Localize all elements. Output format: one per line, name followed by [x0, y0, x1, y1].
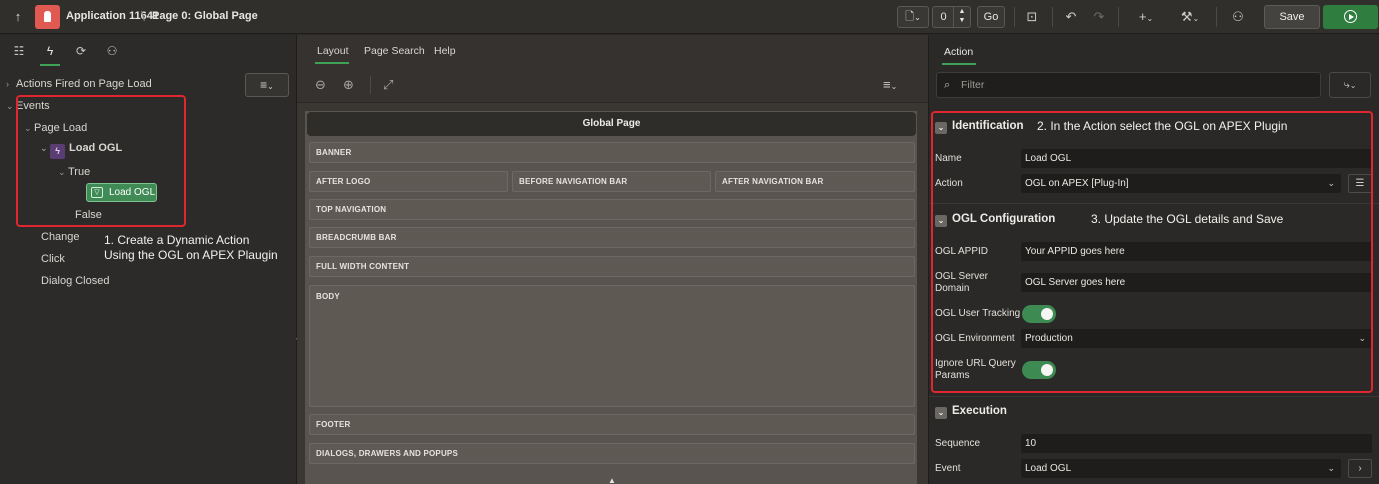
processing-tab-icon[interactable]: ⟳: [71, 42, 91, 60]
region-footer[interactable]: FOOTER: [309, 414, 915, 435]
tree-menu-button[interactable]: ≡⌄: [245, 73, 289, 97]
page-selector-button[interactable]: 🗋⌄: [897, 6, 929, 28]
event-go-button[interactable]: ›: [1348, 459, 1372, 478]
filter-input[interactable]: ⌕ Filter: [936, 72, 1321, 98]
go-to-group-button[interactable]: ⤷⌄: [1329, 72, 1371, 98]
tree-node-change[interactable]: Change: [41, 231, 80, 243]
lock-icon[interactable]: ⊡: [1022, 8, 1042, 26]
chevron-down-icon: ⌄: [6, 101, 14, 111]
utilities-menu-icon[interactable]: ⚒⌄: [1175, 8, 1205, 26]
dynamic-actions-tab-icon[interactable]: ϟ: [40, 42, 60, 66]
chevron-down-icon: ⌄: [1327, 463, 1335, 473]
breadcrumb-separator: \: [141, 8, 145, 24]
region-dialogs-drawers-popups[interactable]: DIALOGS, DRAWERS AND POPUPS: [309, 443, 915, 464]
tab-page-search[interactable]: Page Search: [364, 45, 425, 57]
tree-node-dialog-closed[interactable]: Dialog Closed: [41, 275, 109, 287]
page-number-stepper[interactable]: ▲ ▼: [953, 6, 971, 28]
region-after-navigation-bar[interactable]: AFTER NAVIGATION BAR: [715, 171, 915, 192]
tab-help[interactable]: Help: [434, 45, 456, 57]
center-tabs: Layout Page Search Help: [297, 35, 928, 67]
event-label: Event: [935, 463, 961, 474]
region-after-logo[interactable]: AFTER LOGO: [309, 171, 508, 192]
region-body[interactable]: BODY: [309, 285, 915, 407]
page-name-link[interactable]: Page 0: Global Page: [152, 10, 258, 22]
tree-node-actions-fired[interactable]: › Actions Fired on Page Load: [6, 78, 152, 90]
region-breadcrumb-bar[interactable]: BREADCRUMB BAR: [309, 227, 915, 248]
app-logo-icon[interactable]: [35, 5, 60, 29]
create-menu-icon[interactable]: +⌄: [1131, 8, 1161, 26]
chevron-right-icon: ›: [6, 79, 9, 89]
annotation-box-2: [931, 111, 1373, 393]
tree-node-click[interactable]: Click: [41, 253, 65, 265]
save-button[interactable]: Save: [1264, 5, 1320, 29]
redo-icon[interactable]: ↷: [1089, 8, 1109, 26]
layout-panel: Layout Page Search Help ⊖ ⊕ ⤢ ≡⌄ Global …: [297, 35, 928, 484]
layout-toolbar: ⊖ ⊕ ⤢ ≡⌄: [297, 67, 928, 103]
tab-layout[interactable]: Layout: [315, 45, 349, 64]
region-full-width-content[interactable]: FULL WIDTH CONTENT: [309, 256, 915, 277]
annotation-box-1: [16, 95, 186, 227]
layout-canvas: Global Page BANNER AFTER LOGO BEFORE NAV…: [305, 111, 917, 484]
run-page-button[interactable]: [1323, 5, 1378, 29]
zoom-out-icon[interactable]: ⊖: [315, 77, 326, 93]
expand-icon[interactable]: ⤢: [383, 77, 393, 93]
up-arrow-icon[interactable]: ↑: [10, 9, 26, 25]
event-select[interactable]: Load OGL ⌄: [1021, 459, 1341, 478]
page-icon: 🗋: [905, 11, 915, 23]
sequence-field[interactable]: 10: [1021, 434, 1372, 453]
global-page-header[interactable]: Global Page: [307, 112, 916, 136]
region-top-navigation[interactable]: TOP NAVIGATION: [309, 199, 915, 220]
undo-icon[interactable]: ↶: [1061, 8, 1081, 26]
rendering-tab-icon[interactable]: ☷: [9, 42, 29, 60]
top-toolbar: ↑ Application 11641 \ Page 0: Global Pag…: [0, 0, 1379, 34]
shared-components-icon[interactable]: ⚇: [1228, 8, 1248, 26]
zoom-in-icon[interactable]: ⊕: [343, 77, 354, 93]
left-panel-tabs: ☷ ϟ ⟳ ⚇: [0, 35, 296, 67]
layout-menu-icon[interactable]: ≡⌄: [883, 77, 897, 95]
region-banner[interactable]: BANNER: [309, 142, 915, 163]
tab-action[interactable]: Action: [941, 46, 977, 65]
section-execution[interactable]: ⌄ Execution: [935, 405, 1007, 419]
shared-components-tab-icon[interactable]: ⚇: [102, 42, 122, 60]
search-icon: ⌕: [944, 79, 951, 91]
page-number-input[interactable]: 0: [932, 6, 954, 28]
chevron-down-icon: ⌄: [914, 13, 921, 22]
go-button[interactable]: Go: [977, 6, 1005, 28]
collapse-icon: ⌄: [935, 407, 947, 419]
collapse-bottom-icon[interactable]: ▲: [608, 476, 616, 484]
annotation-step-1: 1. Create a Dynamic Action Using the OGL…: [104, 233, 278, 262]
sequence-label: Sequence: [935, 438, 981, 449]
region-before-navigation-bar[interactable]: BEFORE NAVIGATION BAR: [512, 171, 711, 192]
